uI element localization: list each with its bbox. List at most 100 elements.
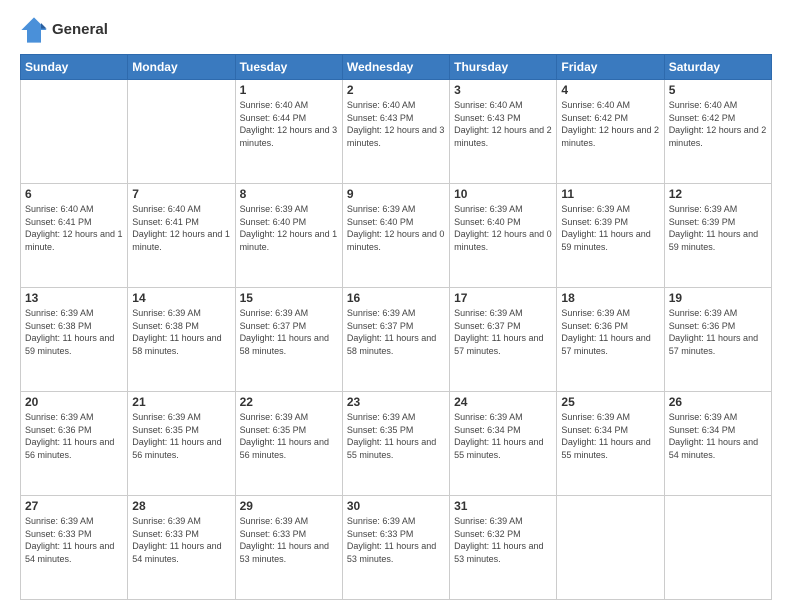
day-info: Sunrise: 6:40 AMSunset: 6:42 PMDaylight:… [669,99,767,149]
empty-cell [664,496,771,600]
day-info: Sunrise: 6:39 AMSunset: 6:35 PMDaylight:… [240,411,338,461]
day-number: 23 [347,395,445,409]
week-row-2: 6 Sunrise: 6:40 AMSunset: 6:41 PMDaylight… [21,184,772,288]
empty-cell [128,80,235,184]
day-cell-7: 7 Sunrise: 6:40 AMSunset: 6:41 PMDaylight… [128,184,235,288]
day-number: 6 [25,187,123,201]
day-info: Sunrise: 6:39 AMSunset: 6:34 PMDaylight:… [454,411,552,461]
empty-cell [21,80,128,184]
week-row-4: 20 Sunrise: 6:39 AMSunset: 6:36 PMDayligh… [21,392,772,496]
day-info: Sunrise: 6:39 AMSunset: 6:37 PMDaylight:… [347,307,445,357]
day-cell-19: 19 Sunrise: 6:39 AMSunset: 6:36 PMDayligh… [664,288,771,392]
day-number: 7 [132,187,230,201]
day-cell-26: 26Sunrise: 6:39 AMSunset: 6:34 PMDayligh… [664,392,771,496]
logo: General [20,16,108,44]
day-number: 27 [25,499,123,513]
day-cell-23: 23 Sunrise: 6:39 AMSunset: 6:35 PMDayligh… [342,392,449,496]
day-info: Sunrise: 6:39 AMSunset: 6:35 PMDaylight:… [347,411,445,461]
day-cell-2: 2 Sunrise: 6:40 AMSunset: 6:43 PMDaylight… [342,80,449,184]
day-number: 22 [240,395,338,409]
day-number: 14 [132,291,230,305]
day-number: 25 [561,395,659,409]
day-number: 18 [561,291,659,305]
day-number: 30 [347,499,445,513]
day-number: 4 [561,83,659,97]
day-number: 10 [454,187,552,201]
day-info: Sunrise: 6:40 AMSunset: 6:42 PMDaylight:… [561,99,659,149]
weekday-header-sunday: Sunday [21,55,128,80]
weekday-header-tuesday: Tuesday [235,55,342,80]
day-info: Sunrise: 6:39 AMSunset: 6:32 PMDaylight:… [454,515,552,565]
logo-text: General [52,21,108,39]
day-info: Sunrise: 6:39 AMSunset: 6:38 PMDaylight:… [25,307,123,357]
day-cell-28: 28 Sunrise: 6:39 AMSunset: 6:33 PMDayligh… [128,496,235,600]
day-info: Sunrise: 6:40 AMSunset: 6:41 PMDaylight:… [132,203,230,253]
day-number: 31 [454,499,552,513]
day-cell-12: 12Sunrise: 6:39 AMSunset: 6:39 PMDayligh… [664,184,771,288]
day-info: Sunrise: 6:40 AMSunset: 6:43 PMDaylight:… [454,99,552,149]
day-info: Sunrise: 6:39 AMSunset: 6:40 PMDaylight:… [240,203,338,253]
day-info: Sunrise: 6:39 AMSunset: 6:38 PMDaylight:… [132,307,230,357]
day-cell-16: 16 Sunrise: 6:39 AMSunset: 6:37 PMDayligh… [342,288,449,392]
day-cell-8: 8 Sunrise: 6:39 AMSunset: 6:40 PMDaylight… [235,184,342,288]
day-info: Sunrise: 6:39 AMSunset: 6:40 PMDaylight:… [347,203,445,253]
day-info: Sunrise: 6:39 AMSunset: 6:33 PMDaylight:… [347,515,445,565]
day-info: Sunrise: 6:39 AMSunset: 6:36 PMDaylight:… [669,307,767,357]
day-info: Sunrise: 6:39 AMSunset: 6:33 PMDaylight:… [25,515,123,565]
day-cell-20: 20 Sunrise: 6:39 AMSunset: 6:36 PMDayligh… [21,392,128,496]
logo-icon [20,16,48,44]
day-number: 19 [669,291,767,305]
empty-cell [557,496,664,600]
day-info: Sunrise: 6:39 AMSunset: 6:36 PMDaylight:… [561,307,659,357]
day-cell-1: 1Sunrise: 6:40 AMSunset: 6:44 PMDaylight… [235,80,342,184]
header: General [20,16,772,44]
day-info: Sunrise: 6:39 AMSunset: 6:33 PMDaylight:… [132,515,230,565]
day-info: Sunrise: 6:39 AMSunset: 6:34 PMDaylight:… [669,411,767,461]
weekday-header-thursday: Thursday [450,55,557,80]
day-number: 16 [347,291,445,305]
day-cell-3: 3 Sunrise: 6:40 AMSunset: 6:43 PMDaylight… [450,80,557,184]
day-number: 2 [347,83,445,97]
weekday-header-friday: Friday [557,55,664,80]
day-cell-15: 15 Sunrise: 6:39 AMSunset: 6:37 PMDayligh… [235,288,342,392]
day-cell-13: 13Sunrise: 6:39 AMSunset: 6:38 PMDayligh… [21,288,128,392]
weekday-header-row: SundayMondayTuesdayWednesdayThursdayFrid… [21,55,772,80]
day-info: Sunrise: 6:40 AMSunset: 6:41 PMDaylight:… [25,203,123,253]
day-cell-17: 17Sunrise: 6:39 AMSunset: 6:37 PMDayligh… [450,288,557,392]
day-number: 29 [240,499,338,513]
day-info: Sunrise: 6:39 AMSunset: 6:37 PMDaylight:… [240,307,338,357]
day-info: Sunrise: 6:39 AMSunset: 6:39 PMDaylight:… [561,203,659,253]
day-cell-10: 10 Sunrise: 6:39 AMSunset: 6:40 PMDayligh… [450,184,557,288]
day-info: Sunrise: 6:39 AMSunset: 6:36 PMDaylight:… [25,411,123,461]
week-row-5: 27 Sunrise: 6:39 AMSunset: 6:33 PMDayligh… [21,496,772,600]
day-cell-5: 5Sunrise: 6:40 AMSunset: 6:42 PMDaylight… [664,80,771,184]
day-info: Sunrise: 6:39 AMSunset: 6:40 PMDaylight:… [454,203,552,253]
day-number: 28 [132,499,230,513]
weekday-header-monday: Monday [128,55,235,80]
day-number: 11 [561,187,659,201]
day-cell-22: 22 Sunrise: 6:39 AMSunset: 6:35 PMDayligh… [235,392,342,496]
day-number: 8 [240,187,338,201]
day-cell-31: 31 Sunrise: 6:39 AMSunset: 6:32 PMDayligh… [450,496,557,600]
day-info: Sunrise: 6:40 AMSunset: 6:43 PMDaylight:… [347,99,445,149]
day-cell-24: 24 Sunrise: 6:39 AMSunset: 6:34 PMDayligh… [450,392,557,496]
calendar-table: SundayMondayTuesdayWednesdayThursdayFrid… [20,54,772,600]
day-cell-6: 6 Sunrise: 6:40 AMSunset: 6:41 PMDaylight… [21,184,128,288]
week-row-3: 13Sunrise: 6:39 AMSunset: 6:38 PMDayligh… [21,288,772,392]
day-number: 3 [454,83,552,97]
day-cell-4: 4 Sunrise: 6:40 AMSunset: 6:42 PMDaylight… [557,80,664,184]
day-info: Sunrise: 6:40 AMSunset: 6:44 PMDaylight:… [240,99,338,149]
day-cell-30: 30 Sunrise: 6:39 AMSunset: 6:33 PMDayligh… [342,496,449,600]
day-number: 9 [347,187,445,201]
day-number: 15 [240,291,338,305]
day-number: 20 [25,395,123,409]
week-row-1: 1Sunrise: 6:40 AMSunset: 6:44 PMDaylight… [21,80,772,184]
day-cell-11: 11 Sunrise: 6:39 AMSunset: 6:39 PMDayligh… [557,184,664,288]
weekday-header-wednesday: Wednesday [342,55,449,80]
day-number: 17 [454,291,552,305]
day-info: Sunrise: 6:39 AMSunset: 6:33 PMDaylight:… [240,515,338,565]
day-info: Sunrise: 6:39 AMSunset: 6:34 PMDaylight:… [561,411,659,461]
day-cell-27: 27 Sunrise: 6:39 AMSunset: 6:33 PMDayligh… [21,496,128,600]
day-number: 24 [454,395,552,409]
day-number: 12 [669,187,767,201]
